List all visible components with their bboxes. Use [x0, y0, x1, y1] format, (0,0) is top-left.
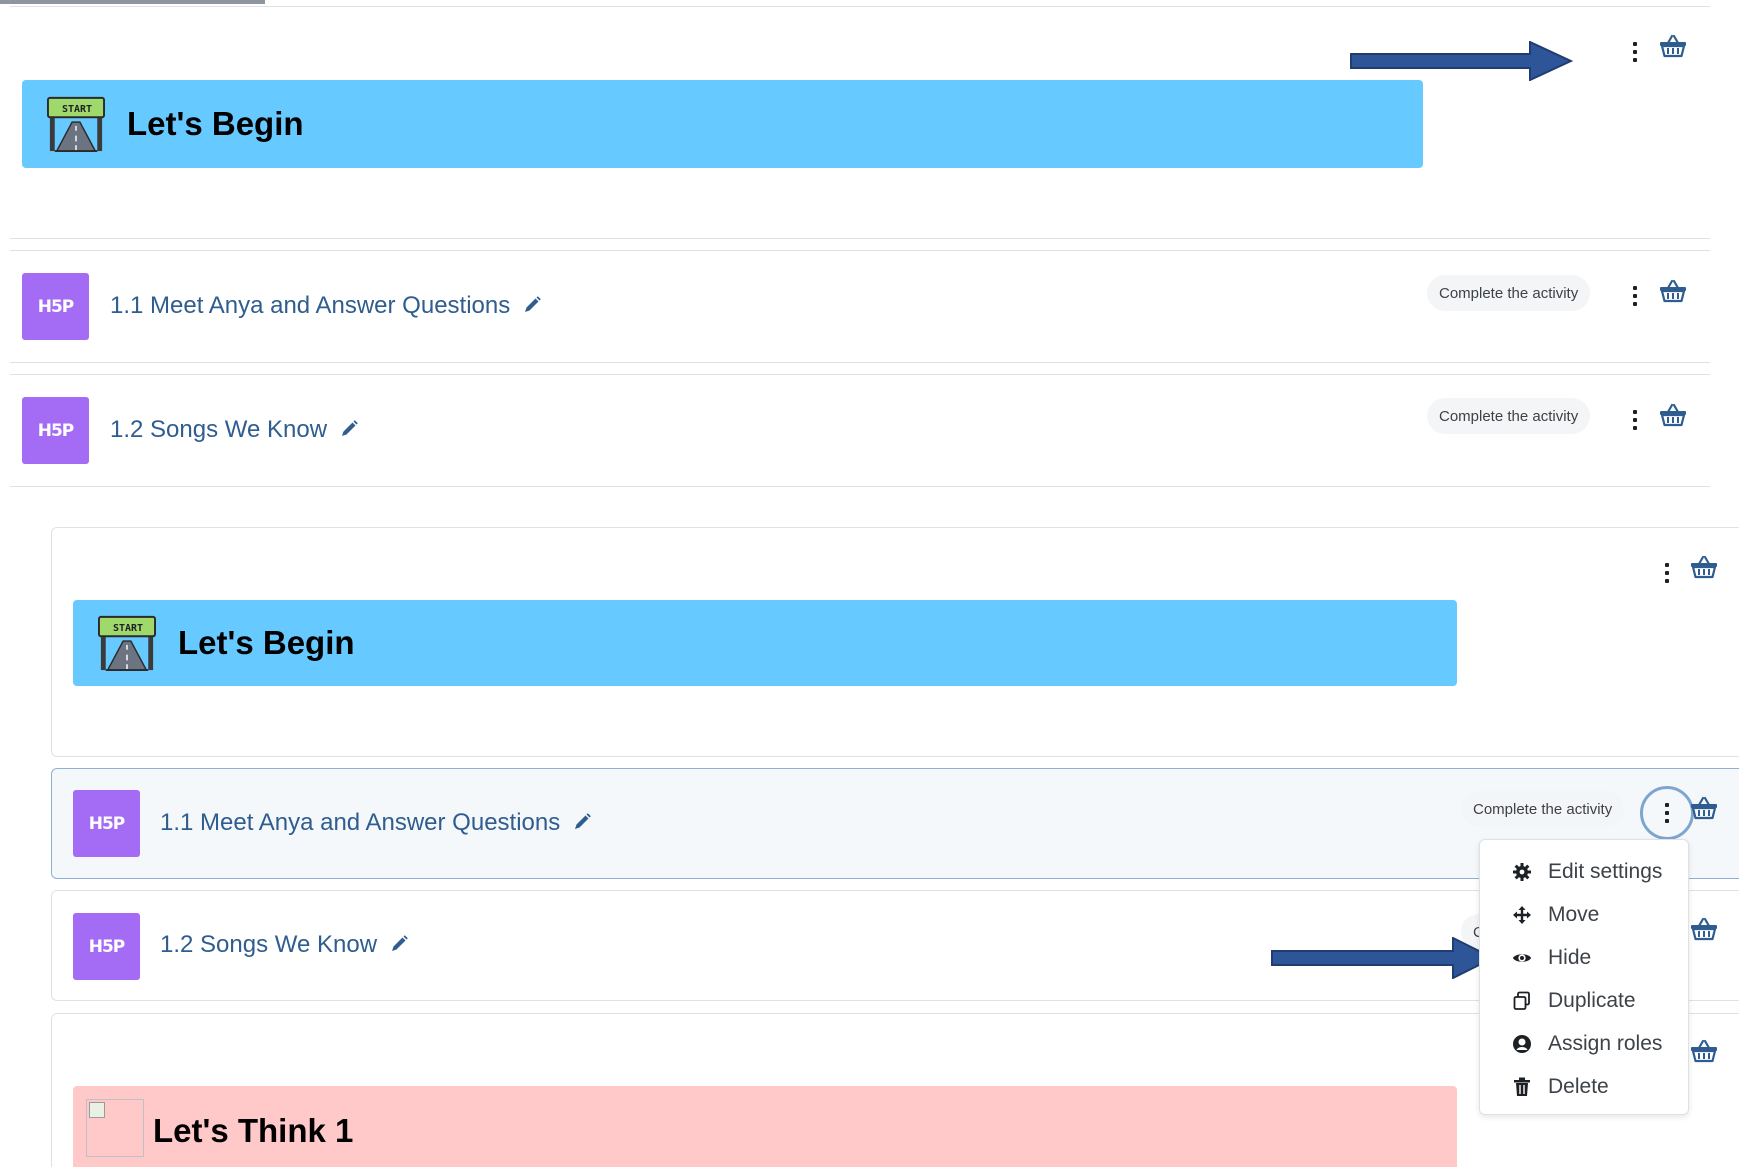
start-line-icon: START [47, 95, 105, 153]
activity-divider [10, 362, 1710, 363]
basket-icon[interactable] [1690, 917, 1718, 941]
menu-item-label[interactable]: Delete [1548, 1075, 1609, 1099]
kebab-menu-icon[interactable] [1664, 563, 1670, 583]
banner-title: Let's Begin [127, 105, 304, 142]
section-divider [10, 238, 1710, 239]
menu-item-label[interactable]: Hide [1548, 946, 1591, 970]
menu-item-label[interactable]: Assign roles [1548, 1032, 1662, 1056]
section-divider [10, 486, 1710, 487]
h5p-icon: H5P [22, 397, 89, 464]
activity-link-meet-anya[interactable]: 1.1 Meet Anya and Answer Questions [110, 292, 542, 320]
activity-action-menu: Edit settings Move Hide Duplicate Assign… [1479, 839, 1689, 1115]
menu-item-label[interactable]: Edit settings [1548, 860, 1662, 884]
banner-title: Let's Begin [178, 624, 355, 661]
label-banner-lets-begin: START Let's Begin [73, 600, 1457, 686]
activity-link-songs-we-know[interactable]: 1.2 Songs We Know [160, 931, 409, 959]
copy-icon [1512, 991, 1532, 1011]
top-divider [10, 6, 1710, 7]
completion-badge: Complete the activity [1461, 791, 1625, 827]
label-banner-lets-begin: START Let's Begin [22, 80, 1423, 168]
banner-title: Let's Think 1 [153, 1112, 354, 1149]
menu-item-edit-settings[interactable]: Edit settings [1480, 852, 1688, 892]
kebab-menu-icon[interactable] [1632, 42, 1638, 62]
h5p-icon: H5P [22, 273, 89, 340]
kebab-menu-icon[interactable] [1632, 286, 1638, 306]
basket-icon[interactable] [1659, 403, 1687, 427]
menu-item-label[interactable]: Move [1548, 903, 1599, 927]
user-circle-icon [1512, 1034, 1532, 1054]
top-tab-indicator [0, 0, 265, 4]
activity-title[interactable]: 1.2 Songs We Know [110, 416, 327, 443]
broken-image-icon [86, 1099, 144, 1157]
activity-title[interactable]: 1.1 Meet Anya and Answer Questions [110, 292, 510, 319]
activity-divider [10, 374, 1710, 375]
eye-icon [1512, 948, 1532, 968]
kebab-menu-icon[interactable] [1632, 410, 1638, 430]
menu-item-hide[interactable]: Hide [1480, 938, 1688, 978]
move-arrows-icon [1512, 905, 1532, 925]
activity-link-songs-we-know[interactable]: 1.2 Songs We Know [110, 416, 359, 444]
activity-title[interactable]: 1.1 Meet Anya and Answer Questions [160, 809, 560, 836]
activity-title[interactable]: 1.2 Songs We Know [160, 931, 377, 958]
basket-icon[interactable] [1659, 34, 1687, 58]
menu-item-label[interactable]: Duplicate [1548, 989, 1636, 1013]
menu-item-assign-roles[interactable]: Assign roles [1480, 1024, 1688, 1064]
basket-icon[interactable] [1690, 1039, 1718, 1063]
edit-title-pencil-icon[interactable] [389, 934, 409, 954]
kebab-menu-icon[interactable] [1664, 803, 1670, 823]
trash-icon [1512, 1077, 1532, 1097]
basket-icon[interactable] [1690, 555, 1718, 579]
edit-title-pencil-icon[interactable] [572, 812, 592, 832]
completion-badge: Complete the activity [1427, 398, 1591, 434]
gear-icon [1512, 862, 1532, 882]
annotation-arrow [1271, 937, 1495, 979]
annotation-arrow [1350, 41, 1573, 81]
menu-item-delete[interactable]: Delete [1480, 1067, 1688, 1107]
h5p-icon: H5P [73, 913, 140, 980]
edit-title-pencil-icon[interactable] [522, 295, 542, 315]
start-line-icon: START [98, 614, 156, 672]
activity-link-meet-anya[interactable]: 1.1 Meet Anya and Answer Questions [160, 809, 592, 837]
basket-icon[interactable] [1659, 279, 1687, 303]
svg-text:START: START [113, 623, 143, 634]
label-banner-lets-think: Let's Think 1 [73, 1086, 1457, 1167]
menu-item-duplicate[interactable]: Duplicate [1480, 981, 1688, 1021]
menu-item-move[interactable]: Move [1480, 895, 1688, 935]
svg-text:START: START [62, 104, 92, 115]
basket-icon[interactable] [1690, 796, 1718, 820]
h5p-icon: H5P [73, 790, 140, 857]
section-divider [10, 250, 1710, 251]
edit-title-pencil-icon[interactable] [339, 419, 359, 439]
completion-badge: Complete the activity [1427, 275, 1591, 311]
